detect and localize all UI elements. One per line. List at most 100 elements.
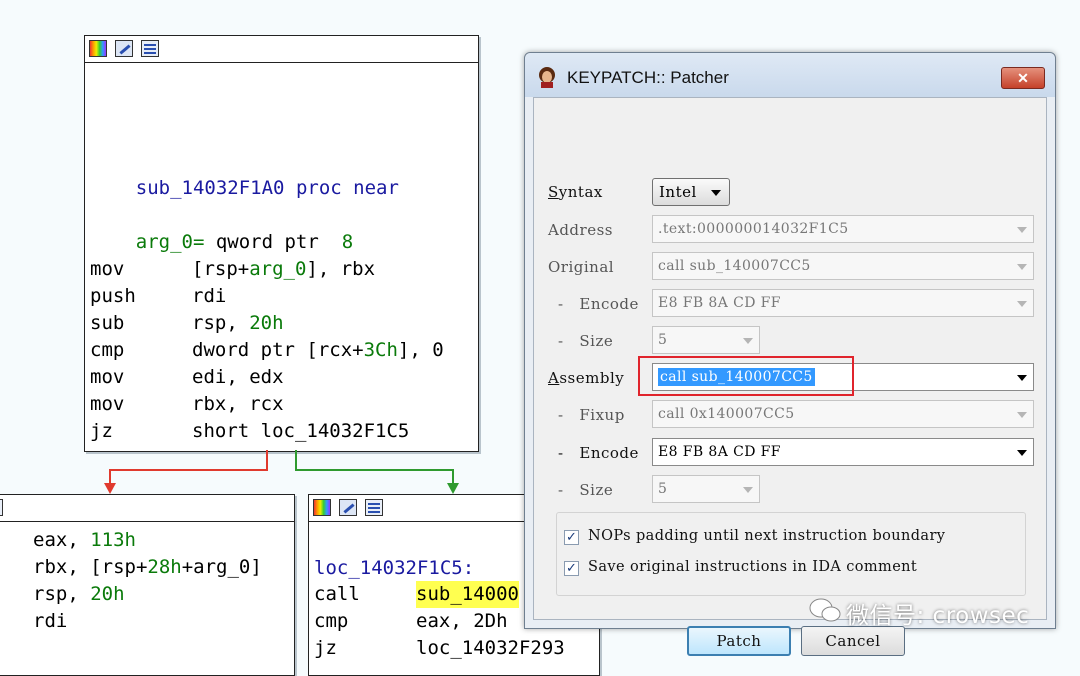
instruction-row[interactable]: mov edi, edx [90,364,284,391]
nops-padding-checkbox[interactable]: ✓ [564,530,579,545]
operand: short loc_14032F1C5 [192,420,410,442]
jz-target[interactable]: loc_14032F293 [416,635,565,662]
operand: dword ptr [rcx+ [192,339,364,361]
dialog-body: Syntax Intel Address .text:000000014032F… [533,97,1047,656]
watermark-text: 微信号: crowsec [846,603,1030,629]
chevron-down-icon [1017,450,1027,456]
arg-name: arg_0= [135,231,205,253]
mnemonic: push [90,285,136,307]
arg-offset: 8 [341,231,354,253]
mnemonic: jz [90,420,113,442]
dialog-title: KEYPATCH:: Patcher [567,68,729,87]
chevron-down-icon [1017,227,1027,233]
operand: rsp, [192,312,250,334]
original-size-field[interactable]: 5 [652,326,760,354]
edge-false-arrowhead [104,483,116,494]
highlight-annotation [638,356,854,396]
syntax-select[interactable]: Intel [652,178,730,206]
instruction-row[interactable]: jz short loc_14032F1C5 [90,418,409,445]
operand: rsp, [33,583,91,605]
edge-true [295,450,454,488]
fixup-field[interactable]: call 0x140007CC5 [652,400,1034,428]
patch-button[interactable]: Patch [687,626,791,656]
instruction-row[interactable]: mov rbx, rcx [90,391,284,418]
syntax-label: Syntax [548,183,603,201]
operand-highlight: 28h [147,556,182,578]
graph-view-icon[interactable] [365,499,383,516]
operand-highlight: 3Ch [363,339,398,361]
original-encode-label: - Encode [558,295,639,313]
graph-view-icon[interactable] [141,40,159,57]
operand-tail: ], rbx [306,258,376,280]
graph-view-icon[interactable] [0,499,3,516]
function-name[interactable]: sub_14032F1A0 [136,177,285,199]
nops-padding-label[interactable]: NOPs padding until next instruction boun… [588,528,945,544]
options-group [556,512,1026,596]
fixup-label: - Fixup [558,406,625,424]
original-value: call sub_140007CC5 [658,258,811,274]
operand-tail: +arg_0] [181,556,262,578]
size-value: 5 [658,481,668,497]
operand-highlight: 20h [90,583,125,605]
address-value: .text:000000014032F1C5 [658,221,849,237]
proc-keyword: proc near [295,177,399,199]
size-label: - Size [558,481,614,499]
operand: rdi [33,610,68,632]
encode-value: E8 FB 8A CD FF [658,444,781,460]
fixup-value: call 0x140007CC5 [658,406,795,422]
color-palette-icon[interactable] [313,499,331,516]
keypatch-logo-icon [539,67,555,88]
cancel-button[interactable]: Cancel [801,626,905,656]
block-label[interactable]: loc_14032F1C5: [314,555,474,582]
operand-highlight: arg_0 [249,258,307,280]
save-comment-checkbox[interactable]: ✓ [564,561,579,576]
cmp-mnemonic: cmp [314,610,349,632]
chevron-down-icon [1017,301,1027,307]
save-comment-label[interactable]: Save original instructions in IDA commen… [588,559,917,575]
edge-false [109,450,268,488]
mnemonic: mov [90,366,125,388]
original-size-label: - Size [558,332,614,350]
operand: eax, [33,529,91,551]
instruction-row[interactable]: mov [rsp+arg_0], rbx [90,256,375,283]
edit-icon[interactable] [115,40,133,57]
syntax-label-mnemonic: S [548,183,559,201]
graph-node-main[interactable]: sub_14032F1A0 proc near arg_0= qword ptr… [84,35,479,452]
node-toolbar [0,495,294,522]
chevron-down-icon [743,487,753,493]
call-target[interactable]: sub_14000 [416,581,519,608]
instruction-row[interactable]: rbx, [rsp+28h+arg_0] [33,554,262,581]
mnemonic: sub [90,312,125,334]
size-field[interactable]: 5 [652,475,760,503]
chevron-down-icon [711,190,721,196]
chevron-down-icon [1017,375,1027,381]
instruction-row[interactable]: cmp dword ptr [rcx+3Ch], 0 [90,337,444,364]
dialog-titlebar[interactable]: KEYPATCH:: Patcher ✕ [525,53,1055,97]
operand: [rsp+ [192,258,250,280]
instruction-row[interactable]: push rdi [90,283,226,310]
chevron-down-icon [743,338,753,344]
arg-type: qword ptr [215,231,319,253]
encode-field[interactable]: E8 FB 8A CD FF [652,438,1034,466]
instruction-row[interactable]: rsp, 20h [33,581,125,608]
edit-icon[interactable] [339,499,357,516]
cmp-operands: eax, 2Dh [416,610,508,632]
call-mnemonic: call [314,583,360,605]
original-encode-field[interactable]: E8 FB 8A CD FF [652,289,1034,317]
edge-true-arrowhead [447,483,459,494]
encode-label: - Encode [558,444,639,462]
instruction-row[interactable]: sub rsp, 20h [90,310,284,337]
keypatch-dialog: KEYPATCH:: Patcher ✕ Syntax Intel Addres… [524,52,1056,656]
original-label: Original [548,258,615,276]
mnemonic: mov [90,393,125,415]
instruction-row[interactable]: eax, 113h [33,527,136,554]
assembly-label: Assembly [548,369,624,387]
assembly-label-mnemonic: A [548,369,560,387]
original-field[interactable]: call sub_140007CC5 [652,252,1034,280]
graph-edges [104,450,459,494]
instruction-row[interactable]: rdi [33,608,67,635]
graph-node-left[interactable]: eax, 113h rbx, [rsp+28h+arg_0] rsp, 20h rdi [0,494,295,676]
color-palette-icon[interactable] [89,40,107,57]
close-button[interactable]: ✕ [1001,67,1045,89]
address-field[interactable]: .text:000000014032F1C5 [652,215,1034,243]
